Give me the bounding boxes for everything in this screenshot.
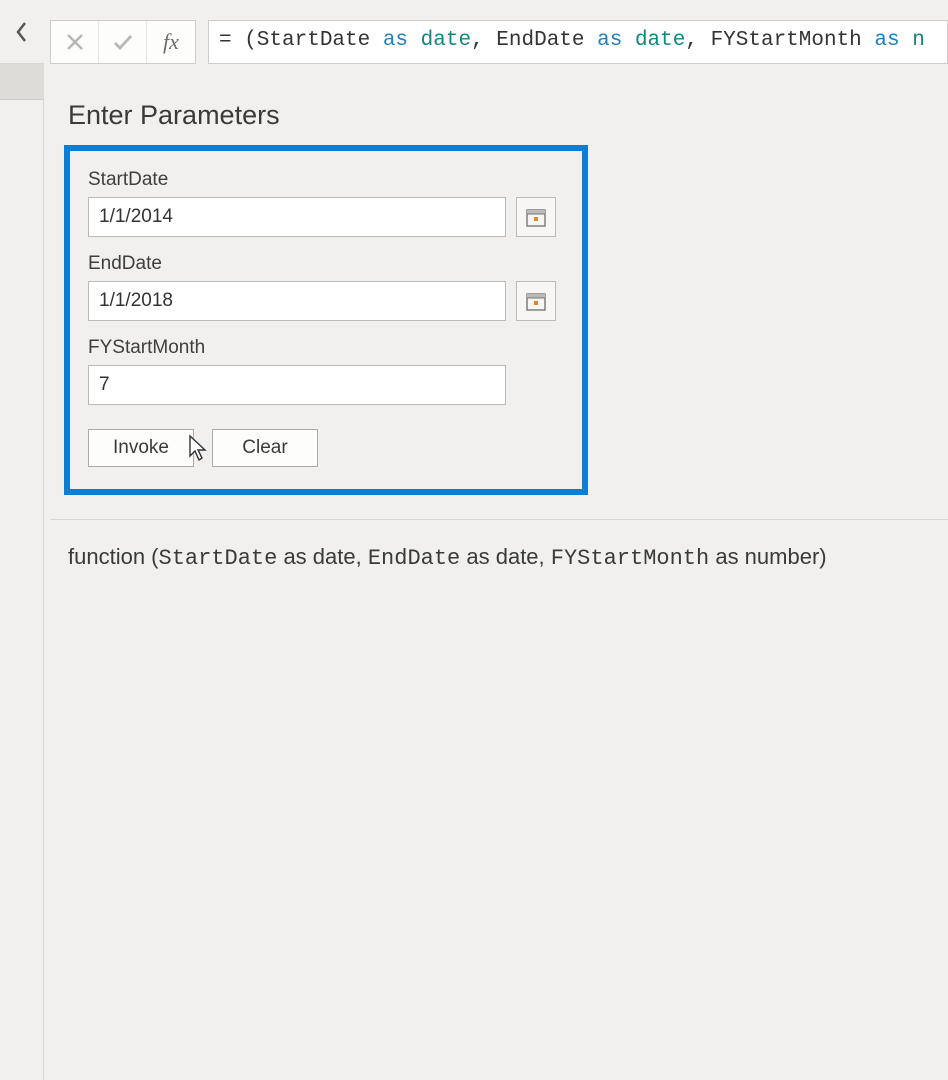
- fx-button[interactable]: fx: [147, 21, 195, 63]
- calendar-icon: [525, 290, 547, 312]
- clear-button[interactable]: Clear: [212, 429, 318, 467]
- function-signature: function (StartDate as date, EndDate as …: [68, 544, 948, 571]
- field-startdate: StartDate: [88, 169, 564, 237]
- divider: [50, 519, 948, 520]
- formula-bar: fx = (StartDate as date, EndDate as date…: [50, 20, 948, 64]
- sig-text: as number): [709, 544, 826, 569]
- formula-text-prefix: = (StartDate: [219, 29, 383, 52]
- calendar-icon: [525, 206, 547, 228]
- sig-arg-startdate: StartDate: [159, 546, 278, 571]
- query-tab-stub[interactable]: [0, 64, 44, 100]
- formula-type-date-1: date: [421, 29, 471, 52]
- sig-text: as date,: [460, 544, 551, 569]
- sig-arg-fystartmonth: FYStartMonth: [551, 546, 709, 571]
- formula-type-date-2: date: [635, 29, 685, 52]
- formula-text-mid2: , FYStartMonth: [685, 29, 874, 52]
- chevron-left-icon: [15, 21, 29, 43]
- formula-kw-as-1: as: [383, 29, 408, 52]
- formula-type-n: n: [912, 29, 925, 52]
- main-content: Enter Parameters StartDate EndDate: [50, 100, 948, 571]
- check-icon: [112, 32, 134, 52]
- section-title: Enter Parameters: [68, 100, 948, 131]
- fystartmonth-input[interactable]: [88, 365, 506, 405]
- sig-text: function (: [68, 544, 159, 569]
- invoke-button[interactable]: Invoke: [88, 429, 194, 467]
- fystartmonth-label: FYStartMonth: [88, 337, 564, 359]
- sig-arg-enddate: EndDate: [368, 546, 460, 571]
- sig-text: as date,: [277, 544, 368, 569]
- button-row: Invoke Clear: [88, 429, 564, 467]
- field-enddate: EndDate: [88, 253, 564, 321]
- formula-kw-as-2: as: [597, 29, 622, 52]
- startdate-datepicker-button[interactable]: [516, 197, 556, 237]
- enddate-input[interactable]: [88, 281, 506, 321]
- formula-text-mid1: , EndDate: [471, 29, 597, 52]
- startdate-input[interactable]: [88, 197, 506, 237]
- field-fystartmonth: FYStartMonth: [88, 337, 564, 405]
- commit-formula-button[interactable]: [99, 21, 147, 63]
- expand-pane-button[interactable]: [0, 0, 44, 64]
- formula-kw-as-3: as: [874, 29, 899, 52]
- startdate-label: StartDate: [88, 169, 564, 191]
- formula-bar-actions: fx: [50, 20, 196, 64]
- formula-input[interactable]: = (StartDate as date, EndDate as date, F…: [208, 20, 948, 64]
- enddate-datepicker-button[interactable]: [516, 281, 556, 321]
- fx-icon: fx: [163, 29, 179, 55]
- cancel-formula-button[interactable]: [51, 21, 99, 63]
- x-icon: [65, 32, 85, 52]
- queries-pane-collapsed: [0, 0, 44, 1080]
- enddate-label: EndDate: [88, 253, 564, 275]
- parameters-highlight-box: StartDate EndDate: [64, 145, 588, 495]
